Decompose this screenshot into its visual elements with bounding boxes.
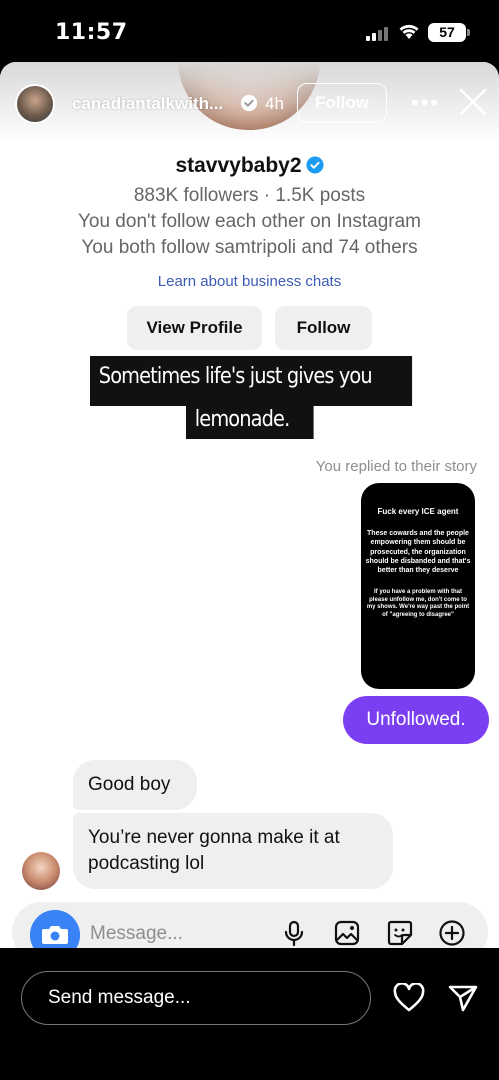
- share-icon[interactable]: [447, 983, 479, 1013]
- profile-follow-button[interactable]: Follow: [275, 306, 372, 350]
- send-message-input[interactable]: Send message...: [21, 971, 371, 1025]
- verified-badge-icon: [240, 94, 258, 112]
- close-icon[interactable]: [458, 87, 488, 117]
- mutual-followers: You both follow samtripoli and 74 others: [81, 237, 418, 258]
- story-panel: canadiantalkwith... 4h Follow ••• stavvy…: [0, 62, 499, 948]
- story-caption-line2: lemonade.: [186, 405, 314, 439]
- profile-name[interactable]: stavvybaby2: [175, 154, 301, 177]
- story-author-username[interactable]: canadiantalkwith...: [72, 94, 223, 114]
- profile-name-row: stavvybaby2: [0, 154, 499, 178]
- heart-icon[interactable]: [393, 983, 425, 1013]
- view-profile-button[interactable]: View Profile: [127, 306, 262, 350]
- sent-message[interactable]: Unfollowed.: [343, 696, 489, 744]
- story-author-avatar[interactable]: [15, 84, 55, 124]
- received-message[interactable]: Good boy: [73, 760, 197, 810]
- story-preview-title: Fuck every ICE agent: [377, 507, 459, 516]
- story-preview-footer: If you have a problem with that please u…: [366, 588, 470, 619]
- learn-business-chats-link[interactable]: Learn about business chats: [0, 273, 499, 290]
- replied-story-preview[interactable]: Fuck every ICE agent These cowards and t…: [361, 483, 475, 689]
- profile-stats: 883K followers · 1.5K posts: [133, 185, 366, 206]
- wifi-icon: [399, 24, 419, 39]
- gallery-icon[interactable]: [333, 919, 361, 947]
- received-message[interactable]: You’re never gonna make it at podcasting…: [73, 813, 393, 889]
- message-input[interactable]: Message...: [90, 923, 183, 945]
- sender-avatar[interactable]: [22, 852, 60, 890]
- add-icon[interactable]: [438, 919, 466, 947]
- message-composer[interactable]: Message...: [12, 902, 488, 948]
- more-options-icon[interactable]: •••: [411, 90, 440, 116]
- status-time: 11:57: [55, 20, 128, 45]
- story-caption-line1: Sometimes life's just gives you: [90, 356, 413, 406]
- story-preview-body: These cowards and the people empowering …: [365, 530, 471, 574]
- follow-relation: You don't follow each other on Instagram: [77, 211, 422, 232]
- verified-badge-icon: [305, 156, 324, 174]
- sticker-icon[interactable]: [386, 919, 414, 947]
- story-age: 4h: [265, 94, 284, 113]
- replied-to-story-note: You replied to their story: [315, 458, 477, 475]
- story-follow-button[interactable]: Follow: [297, 83, 387, 123]
- status-bar: 11:57 57: [0, 0, 499, 62]
- camera-icon[interactable]: [30, 910, 80, 948]
- microphone-icon[interactable]: [280, 919, 308, 947]
- battery-icon: 57: [428, 23, 470, 42]
- signal-icon: [366, 25, 392, 41]
